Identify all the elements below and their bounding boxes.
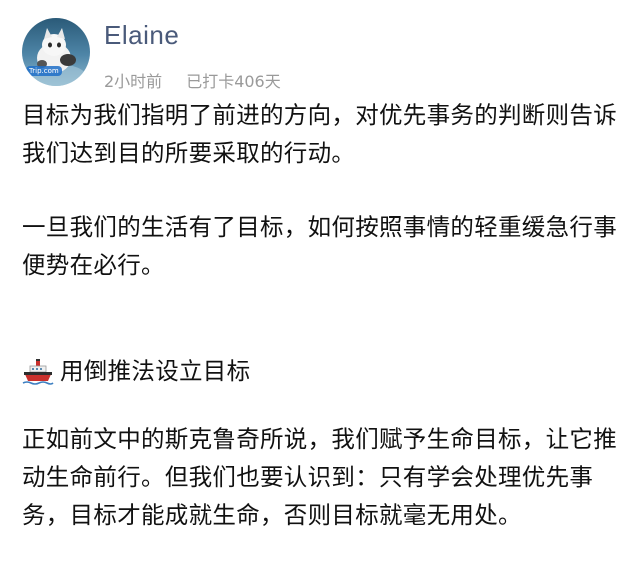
post-header: Trip.com Elaine 2小时前 已打卡406天: [22, 18, 622, 92]
ship-icon: [22, 356, 54, 386]
avatar[interactable]: Trip.com: [22, 18, 90, 86]
section-title: 用倒推法设立目标: [60, 357, 251, 385]
post-time: 2小时前: [104, 72, 163, 91]
section-heading: 用倒推法设立目标: [22, 352, 628, 390]
avatar-badge: Trip.com: [26, 66, 62, 76]
post-content: 目标为我们指明了前进的方向，对优先事务的判断则告诉我们达到目的所要采取的行动。 …: [22, 96, 628, 534]
paragraph-2: 一旦我们的生活有了目标，如何按照事情的轻重缓急行事便势在必行。: [22, 213, 617, 279]
checkin-count: 已打卡406天: [186, 72, 281, 91]
post-meta: 2小时前 已打卡406天: [104, 68, 281, 92]
post-card: Trip.com Elaine 2小时前 已打卡406天 目标为我们指明了前进的方…: [0, 0, 640, 584]
paragraph-1: 目标为我们指明了前进的方向，对优先事务的判断则告诉我们达到目的所要采取的行动。: [22, 101, 617, 167]
paragraph-3: 正如前文中的斯克鲁奇所说，我们赋予生命目标，让它推动生命前行。但我们也要认识到：…: [22, 425, 617, 529]
author-name[interactable]: Elaine: [104, 20, 179, 51]
